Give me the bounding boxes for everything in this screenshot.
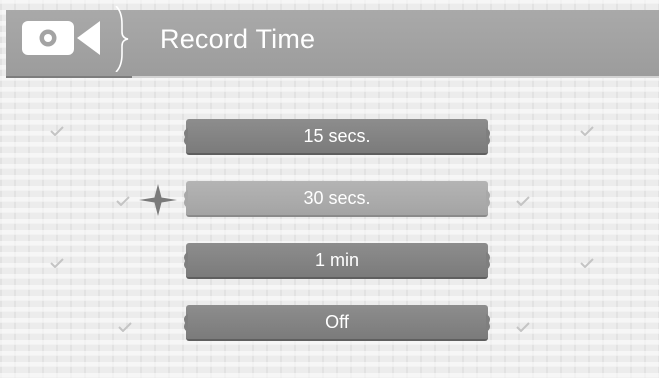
background-check-icon [516,322,530,332]
notch-right [486,128,490,146]
header-separator [115,6,129,72]
option-1-min-button[interactable]: 1 min [184,243,490,279]
background-check-icon [118,322,132,332]
option-label: 30 secs. [303,188,371,208]
option-label: 15 secs. [303,126,371,146]
notch-left [184,252,188,270]
background-check-icon [50,126,64,136]
page-title: Record Time [160,24,316,54]
notch-right [486,252,490,270]
option-15-secs-button[interactable]: 15 secs. [184,119,490,155]
star-icon [139,184,177,216]
screen: Record Time 15 secs. 30 secs. 1 min Off [0,0,659,378]
background-check-icon [580,258,594,268]
option-label: Off [325,312,349,332]
option-off-button[interactable]: Off [184,305,490,341]
background-check-icon [116,196,130,206]
notch-left [184,190,188,208]
notch-left [184,314,188,332]
notch-right [486,314,490,332]
video-camera-icon [22,21,100,55]
background-check-icon [50,258,64,268]
background-check-icon [516,196,530,206]
header-divider [132,76,659,78]
option-label: 1 min [314,250,359,270]
background-check-icon [580,126,594,136]
option-30-secs-button[interactable]: 30 secs. [184,181,490,217]
header-bar: Record Time [6,6,659,78]
notch-left [184,128,188,146]
notch-right [486,190,490,208]
